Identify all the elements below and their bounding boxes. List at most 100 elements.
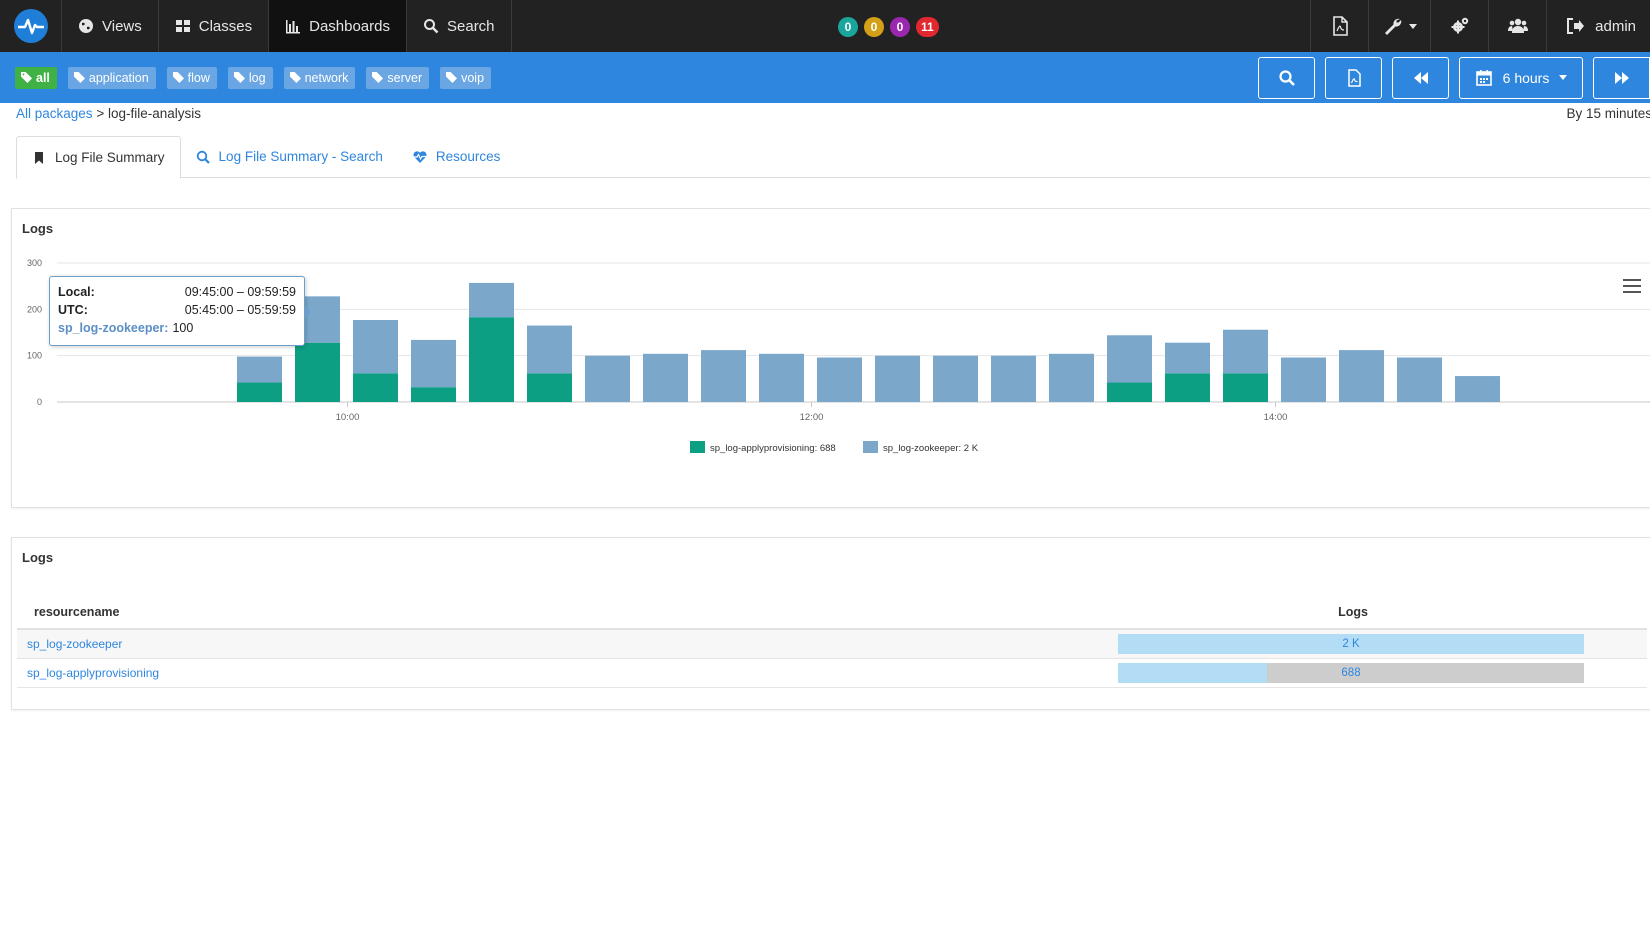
bar-zookeeper[interactable] <box>1165 342 1210 374</box>
dashboard-pdf-button[interactable] <box>1325 56 1382 99</box>
tooltip-utc-label: UTC: <box>58 303 88 317</box>
bar-zookeeper[interactable] <box>1107 335 1152 383</box>
app-logo[interactable] <box>0 0 62 52</box>
bar-applyprovisioning[interactable] <box>469 317 514 402</box>
column-header-resourcename[interactable]: resourcename <box>17 596 1118 628</box>
bar-applyprovisioning[interactable] <box>237 382 282 402</box>
user-menu[interactable]: admin <box>1546 0 1650 52</box>
bar-zookeeper[interactable] <box>353 319 398 374</box>
bar-zookeeper[interactable] <box>527 325 572 374</box>
bar-zookeeper[interactable] <box>237 356 282 383</box>
bar-zookeeper[interactable] <box>1049 353 1094 402</box>
tooltip-local-value: 09:45:00 – 09:59:59 <box>184 285 296 299</box>
nav-views-label: Views <box>102 17 142 35</box>
nav-classes-label: Classes <box>198 17 253 35</box>
tag-icon <box>289 72 301 83</box>
bar-zookeeper[interactable] <box>817 357 862 402</box>
resource-link[interactable]: sp_log-applyprovisioning <box>17 666 1118 680</box>
tooltip-arrow <box>304 305 311 319</box>
tag-network[interactable]: network <box>283 66 356 89</box>
sign-out-icon <box>1567 18 1585 34</box>
tooltip-series-value: 100 <box>172 321 194 335</box>
resource-link[interactable]: sp_log-zookeeper <box>17 637 1118 651</box>
tag-flow[interactable]: flow <box>166 66 217 89</box>
bar-zookeeper[interactable] <box>1339 350 1384 402</box>
forward-icon <box>1614 71 1629 84</box>
bar-zookeeper[interactable] <box>469 282 514 318</box>
settings-button[interactable] <box>1430 0 1488 52</box>
bar-zookeeper[interactable] <box>875 355 920 402</box>
bar-applyprovisioning[interactable] <box>295 342 340 402</box>
bar-applyprovisioning[interactable] <box>527 373 572 402</box>
badge-teal[interactable]: 0 <box>838 17 858 37</box>
bar-zookeeper[interactable] <box>1397 357 1442 402</box>
legend-item[interactable]: sp_log-zookeeper: 2 K <box>883 443 979 454</box>
bar-applyprovisioning[interactable] <box>1223 373 1268 402</box>
tools-menu-button[interactable] <box>1368 0 1430 52</box>
tag-icon <box>446 72 458 83</box>
bar-applyprovisioning[interactable] <box>411 387 456 402</box>
tab-log-file-summary[interactable]: Log File Summary <box>16 136 181 179</box>
resolution-label: By 15 minutes <box>1566 106 1650 121</box>
tag-log[interactable]: log <box>227 66 273 89</box>
bar-zookeeper[interactable] <box>643 353 688 402</box>
bar-zookeeper[interactable] <box>1455 376 1500 402</box>
time-back-button[interactable] <box>1392 56 1449 99</box>
table-row: sp_log-zookeeper 2 K <box>17 630 1647 659</box>
bar-applyprovisioning[interactable] <box>353 373 398 402</box>
bar-zookeeper[interactable] <box>759 353 804 402</box>
tab-log-file-summary-search[interactable]: Log File Summary - Search <box>181 136 398 177</box>
table-row: sp_log-applyprovisioning 688 <box>17 659 1647 688</box>
bar-zookeeper[interactable] <box>991 355 1036 402</box>
logs-bar-cell: 688 <box>1118 663 1584 683</box>
badge-purple[interactable]: 0 <box>890 17 910 37</box>
bar-zookeeper[interactable] <box>1281 357 1326 402</box>
tag-voip[interactable]: voip <box>440 66 492 89</box>
globe-icon <box>79 19 93 33</box>
chart-menu-icon[interactable] <box>1623 279 1641 293</box>
legend-item[interactable]: sp_log-applyprovisioning: 688 <box>710 443 836 454</box>
table-header: resourcename Logs <box>17 596 1647 630</box>
dashboard-search-button[interactable] <box>1258 56 1315 99</box>
bar-zookeeper[interactable] <box>585 355 630 402</box>
wrench-icon <box>1384 18 1401 35</box>
bar-chart-icon <box>286 20 301 34</box>
nav-views[interactable]: Views <box>62 0 159 52</box>
tag-server[interactable]: server <box>366 66 430 89</box>
nav-search[interactable]: Search <box>407 0 512 52</box>
breadcrumb: All packages > log-file-analysis <box>16 106 201 121</box>
tag-application[interactable]: application <box>67 66 156 89</box>
logs-value[interactable]: 2 K <box>1118 634 1584 654</box>
users-button[interactable] <box>1488 0 1546 52</box>
bar-zookeeper[interactable] <box>933 355 978 402</box>
tag-icon <box>21 72 32 83</box>
bar-zookeeper[interactable] <box>411 339 456 388</box>
tag-icon <box>372 72 384 83</box>
tag-icon <box>172 72 184 83</box>
legend-swatch[interactable] <box>690 441 705 453</box>
tag-label: log <box>248 70 266 85</box>
time-forward-button[interactable] <box>1593 56 1650 99</box>
tag-filter-bar: all application flow log network server … <box>0 52 1650 103</box>
breadcrumb-root-link[interactable]: All packages <box>16 106 93 121</box>
time-range-dropdown[interactable]: 6 hours <box>1459 56 1583 99</box>
bar-applyprovisioning[interactable] <box>1165 373 1210 402</box>
legend-swatch[interactable] <box>863 441 878 453</box>
pdf-export-button[interactable] <box>1310 0 1368 52</box>
breadcrumb-separator: > <box>96 106 105 121</box>
nav-classes[interactable]: Classes <box>159 0 270 52</box>
logs-bar-chart[interactable]: 0 100 200 300 10:00 12:00 14:00 sp_log-applypro… <box>12 209 1650 499</box>
bar-applyprovisioning[interactable] <box>1107 382 1152 402</box>
tab-resources[interactable]: Resources <box>398 136 516 177</box>
badge-red[interactable]: 11 <box>916 17 939 37</box>
nav-search-label: Search <box>447 17 495 35</box>
bar-zookeeper[interactable] <box>701 350 746 402</box>
logs-value[interactable]: 688 <box>1118 663 1584 683</box>
badge-yellow[interactable]: 0 <box>864 17 884 37</box>
tag-all[interactable]: all <box>15 66 57 89</box>
bar-zookeeper[interactable] <box>1223 329 1268 374</box>
column-header-logs[interactable]: Logs <box>1118 596 1588 628</box>
tag-label: voip <box>461 70 485 85</box>
nav-dashboards[interactable]: Dashboards <box>269 0 407 52</box>
tag-label: server <box>387 70 423 85</box>
